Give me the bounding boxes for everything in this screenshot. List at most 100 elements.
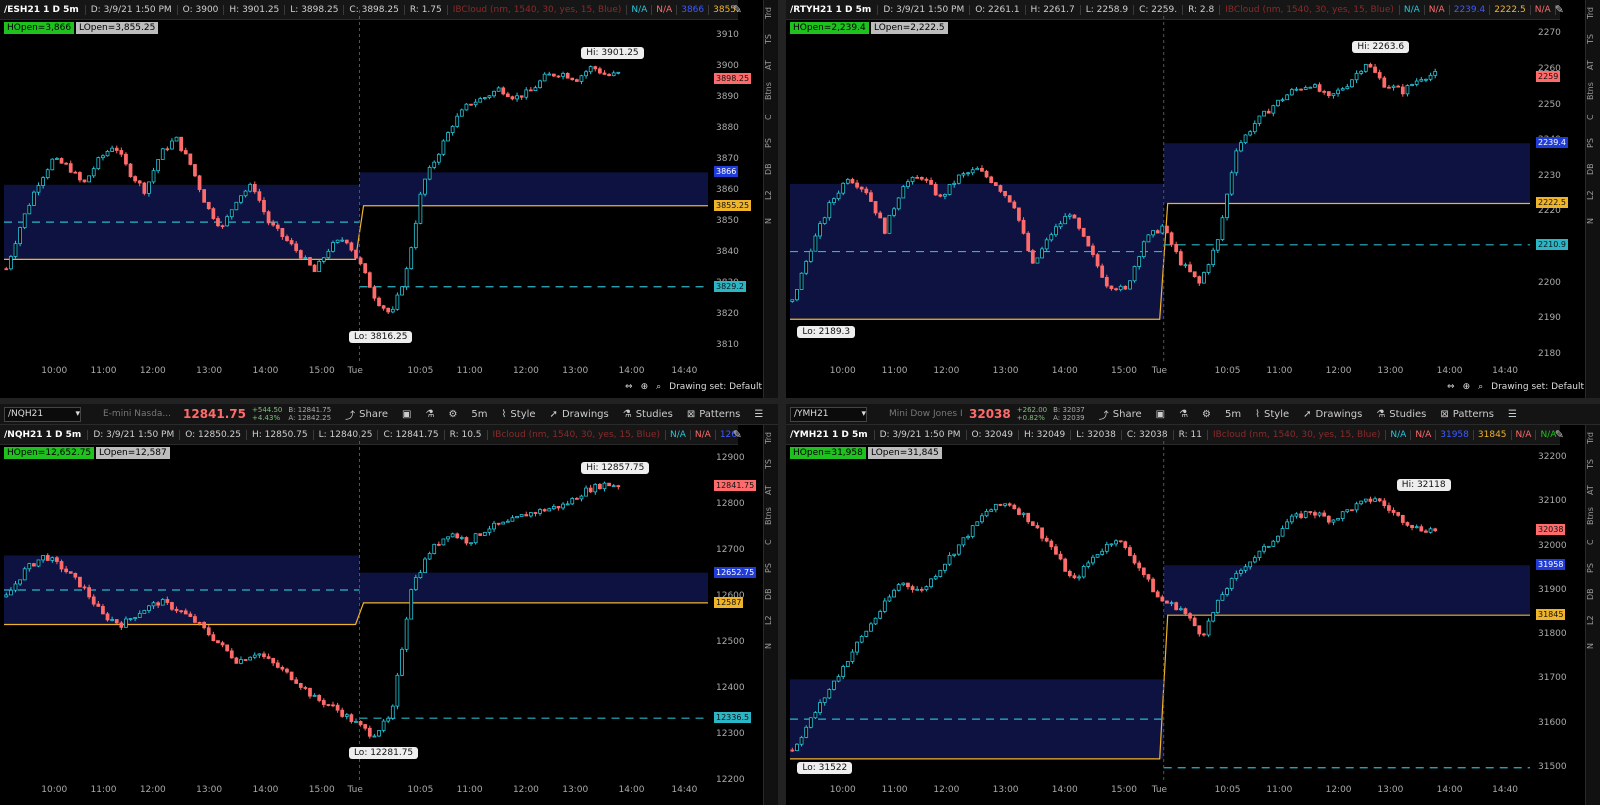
chart-canvas[interactable] bbox=[786, 404, 1600, 805]
candle-body bbox=[924, 586, 929, 591]
candle-body bbox=[91, 596, 96, 605]
price-axis[interactable]: 3910390038903880387038603850384038303820… bbox=[712, 0, 768, 398]
candle-body bbox=[510, 517, 515, 522]
candle-body bbox=[1021, 512, 1026, 515]
candle-body bbox=[142, 182, 147, 194]
candle-body bbox=[119, 150, 124, 155]
candle-body bbox=[584, 487, 588, 497]
chart-panel-rty: /RTYH21 1 D 5m D: 3/9/21 1:50 PM O: 2261.1… bbox=[786, 0, 1600, 398]
x-tick-label: 14:00 bbox=[618, 785, 645, 795]
candle-body bbox=[1114, 540, 1118, 545]
candle-body bbox=[4, 594, 9, 598]
time-axis[interactable]: 10:00 11:00 12:00 13:00 14:00 15:00 Tue 10:05 11… bbox=[0, 366, 748, 380]
candle-body bbox=[183, 610, 188, 615]
candle-body bbox=[1109, 543, 1114, 546]
candle-body bbox=[331, 242, 335, 252]
pan-icon[interactable]: ⇔ bbox=[1447, 382, 1455, 392]
price-axis[interactable]: 1290012800127001260012500124001230012200… bbox=[712, 404, 768, 805]
drawing-set-label[interactable]: Drawing set: Default bbox=[1491, 382, 1584, 392]
candle-body bbox=[114, 619, 119, 624]
candle-body bbox=[1428, 528, 1433, 533]
candle-body bbox=[82, 179, 87, 183]
crosshair-icon[interactable]: ⊕ bbox=[1463, 382, 1471, 392]
candle-body bbox=[303, 257, 308, 259]
drawing-set-label[interactable]: Drawing set: Default bbox=[669, 382, 762, 392]
candle-body bbox=[1178, 251, 1183, 266]
candle-body bbox=[1123, 285, 1128, 290]
candle-body bbox=[128, 618, 133, 620]
candle-body bbox=[1276, 535, 1280, 542]
pan-icon[interactable]: ⇔ bbox=[625, 382, 633, 392]
candle-body bbox=[1243, 134, 1248, 144]
candle-body bbox=[317, 694, 322, 701]
candle-body bbox=[1030, 521, 1035, 526]
x-tick-label: 12:00 bbox=[1325, 785, 1352, 795]
candle-body bbox=[929, 179, 933, 185]
time-axis[interactable]: 10:00 11:00 12:00 13:00 14:00 15:00 Tue 10:05 11… bbox=[786, 366, 1570, 380]
candle-body bbox=[892, 208, 896, 216]
chart-canvas[interactable] bbox=[786, 0, 1600, 398]
horizontal-divider[interactable] bbox=[0, 398, 1600, 404]
candle-body bbox=[473, 101, 478, 106]
candle-body bbox=[1211, 612, 1216, 622]
candle-body bbox=[1271, 105, 1276, 114]
candle-body bbox=[1340, 511, 1345, 519]
candle-body bbox=[1350, 509, 1354, 512]
x-tick-label: 14:00 bbox=[1051, 366, 1078, 376]
candle-body bbox=[1400, 86, 1405, 95]
chart-panel-es: /ESH21 1 D 5m D: 3/9/21 1:50 PM O: 3900 H: … bbox=[0, 0, 778, 398]
candle-body bbox=[45, 169, 50, 179]
candle-body bbox=[799, 736, 804, 745]
time-axis[interactable]: 10:00 11:00 12:00 13:00 14:00 15:00 Tue 10:05 11… bbox=[0, 785, 748, 799]
candle-body bbox=[1151, 578, 1155, 593]
candle-body bbox=[1183, 264, 1188, 267]
candle-body bbox=[1373, 66, 1377, 73]
candle-body bbox=[266, 656, 271, 659]
candle-body bbox=[1220, 217, 1225, 241]
candle-body bbox=[1188, 613, 1192, 619]
candle-body bbox=[151, 602, 156, 607]
candle-body bbox=[869, 192, 873, 202]
y-tick-label: 2180 bbox=[1538, 348, 1561, 359]
price-axis[interactable]: 2270226022502240223022202210220021902180… bbox=[1534, 0, 1590, 398]
candle-body bbox=[285, 236, 289, 241]
candle-body bbox=[1271, 540, 1276, 547]
candle-body bbox=[804, 260, 809, 274]
candle-body bbox=[887, 214, 892, 234]
candle-body bbox=[855, 182, 859, 188]
candle-body bbox=[1280, 528, 1285, 537]
candle-body bbox=[956, 174, 961, 184]
candle-body bbox=[326, 704, 331, 706]
candle-body bbox=[845, 179, 850, 184]
candle-body bbox=[1035, 257, 1040, 264]
candle-body bbox=[588, 487, 593, 493]
y-tick-label: 31700 bbox=[1538, 673, 1567, 684]
candle-body bbox=[1368, 498, 1373, 502]
x-tick-label: 14:40 bbox=[671, 785, 698, 795]
candle-body bbox=[18, 579, 22, 585]
x-tick-label: 14:00 bbox=[1436, 366, 1463, 376]
candle-body bbox=[450, 125, 455, 133]
candle-body bbox=[1414, 80, 1419, 85]
candle-body bbox=[1128, 280, 1132, 290]
candle-body bbox=[1072, 214, 1077, 219]
candle-body bbox=[1044, 239, 1049, 250]
price-axis[interactable]: 32200 32100 32000 31900 31800 31700 31600 31500… bbox=[1534, 404, 1590, 805]
candle-body bbox=[220, 225, 225, 228]
candle-body bbox=[55, 557, 59, 562]
time-axis[interactable]: 10:00 11:00 12:00 13:00 14:00 15:00 Tue 10:05 11… bbox=[786, 785, 1570, 799]
crosshair-icon[interactable]: ⊕ bbox=[641, 382, 649, 392]
candle-body bbox=[27, 205, 32, 215]
candle-body bbox=[1063, 558, 1068, 572]
zoom-icon[interactable]: ⌕ bbox=[1478, 382, 1483, 392]
zoom-icon[interactable]: ⌕ bbox=[656, 382, 661, 392]
candle-body bbox=[354, 249, 358, 259]
candle-body bbox=[459, 109, 464, 117]
candle-body bbox=[96, 157, 101, 170]
candle-body bbox=[827, 689, 832, 699]
candle-body bbox=[915, 588, 920, 591]
candle-body bbox=[156, 159, 161, 172]
chart-canvas[interactable] bbox=[0, 404, 778, 805]
candle-body bbox=[381, 305, 386, 309]
candle-body bbox=[1248, 131, 1253, 136]
